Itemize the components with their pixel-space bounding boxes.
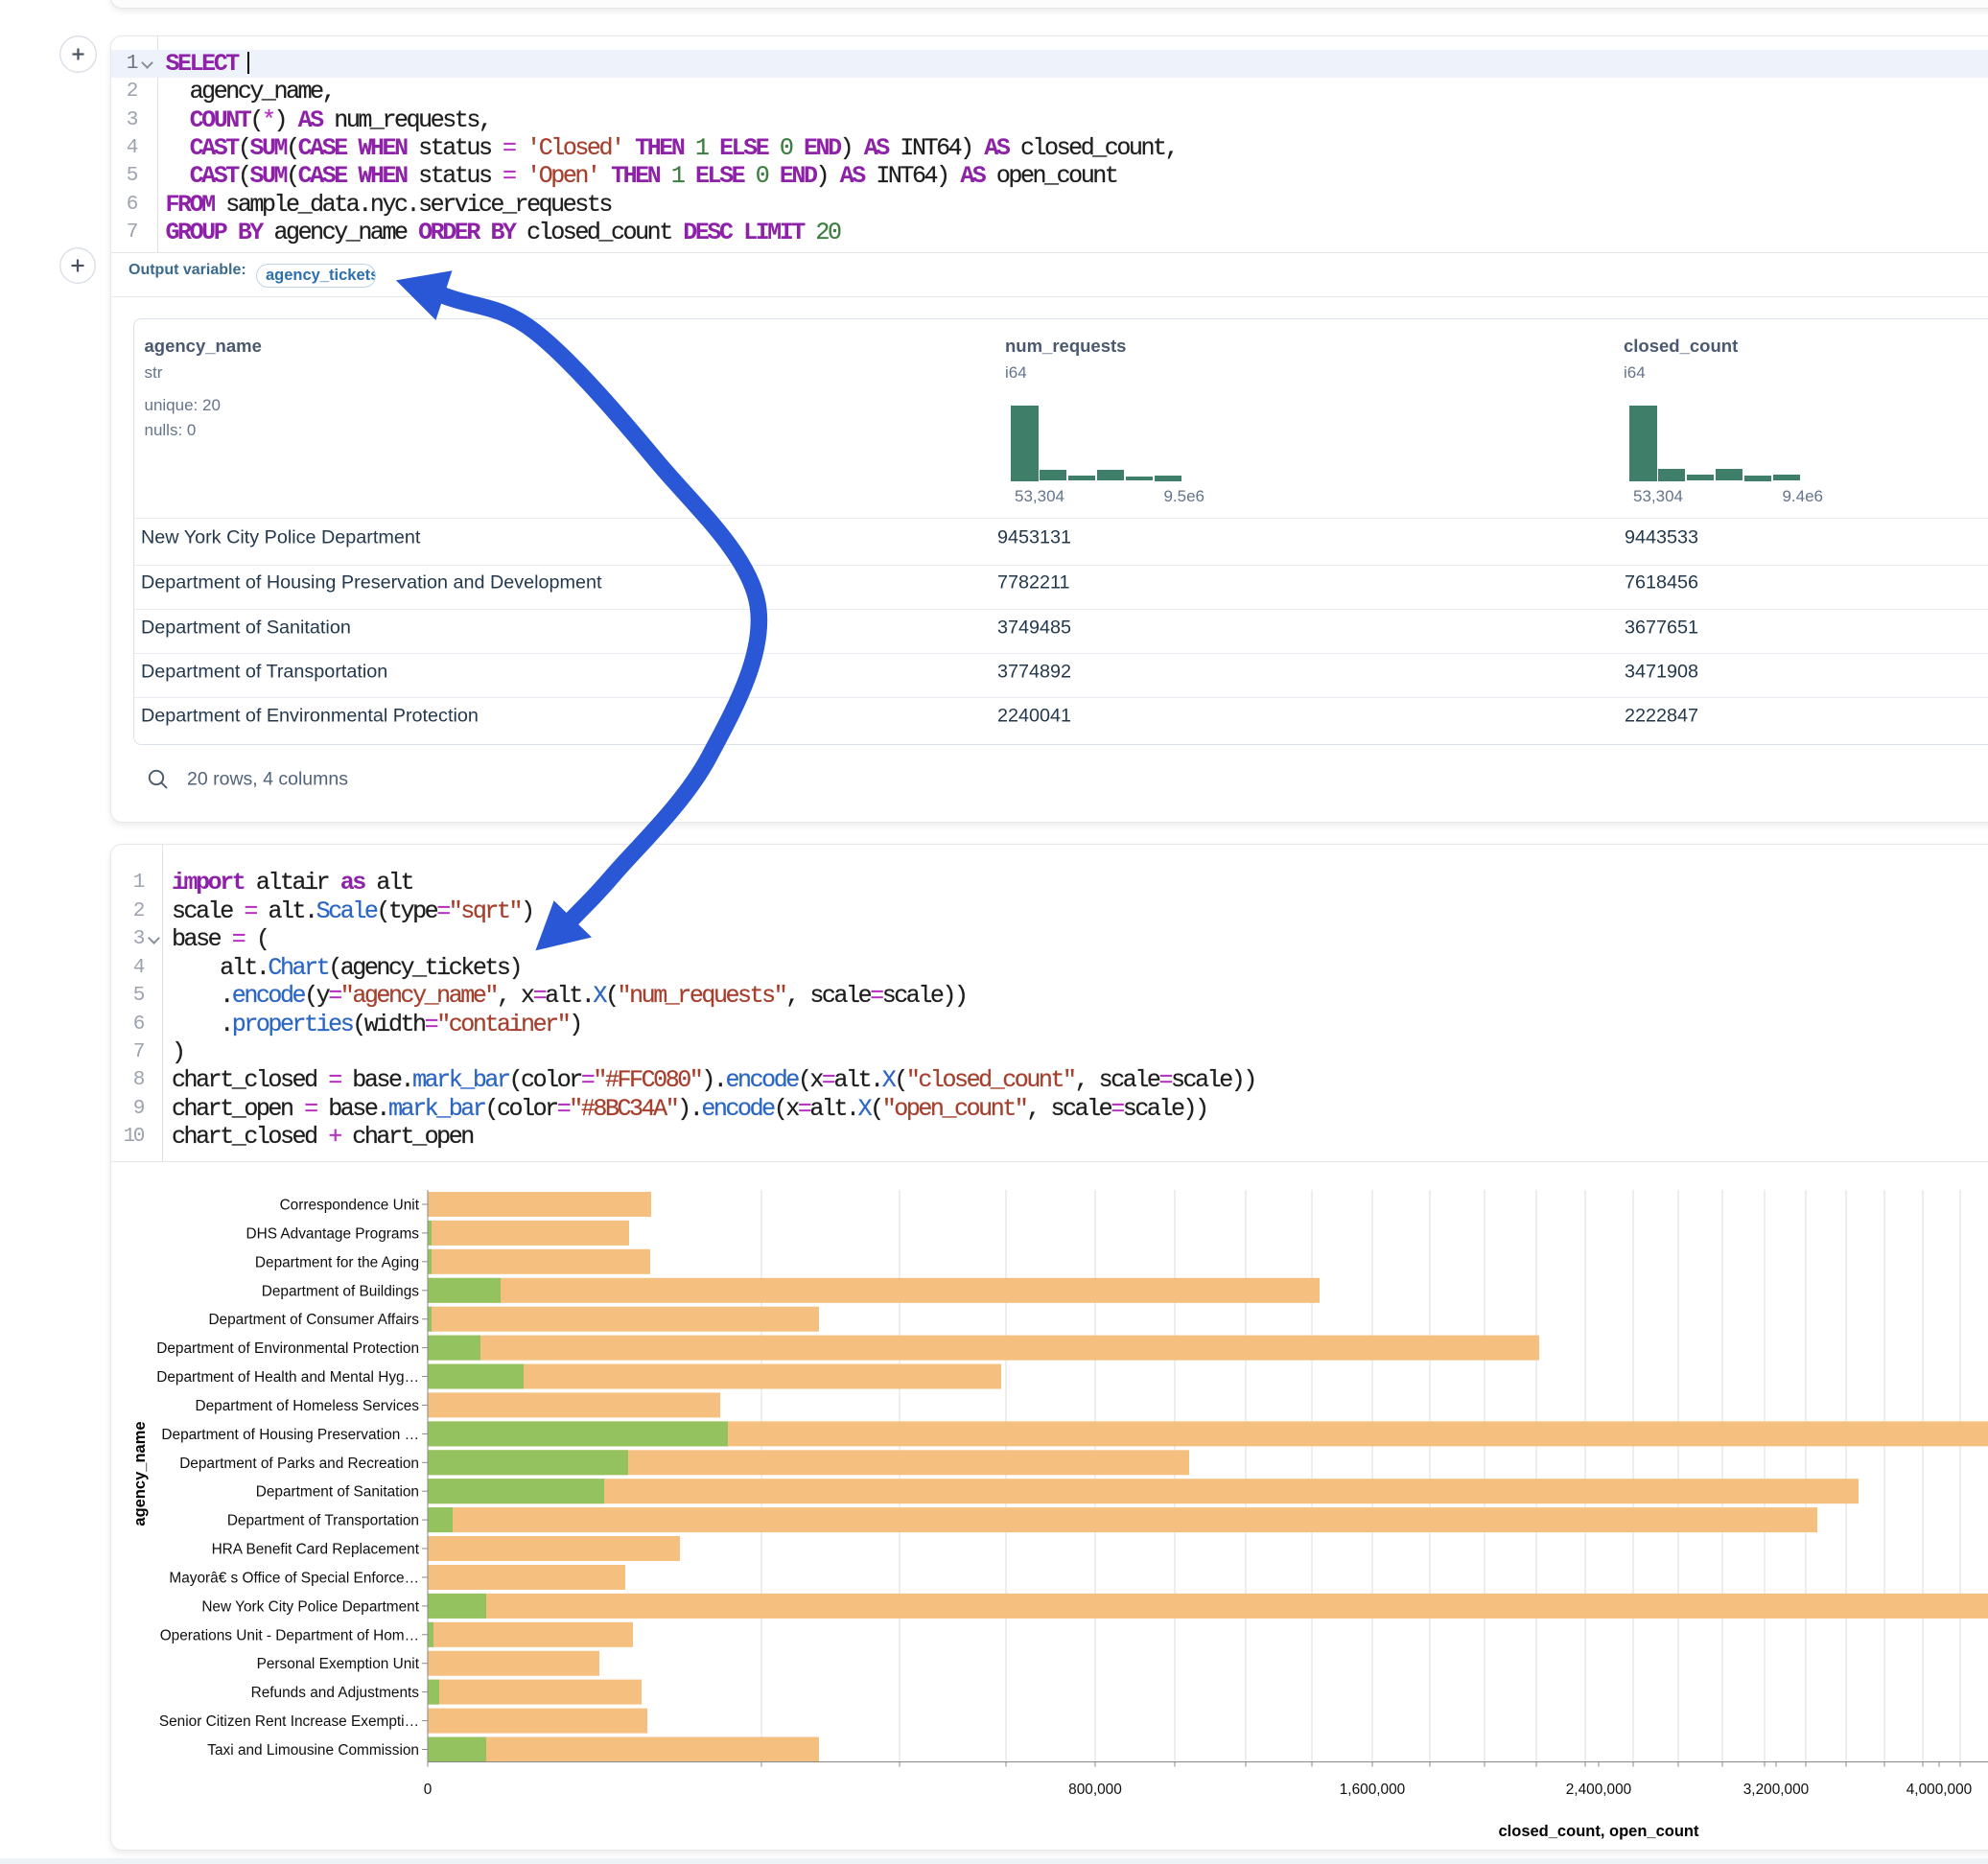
svg-text:agency_name: agency_name <box>131 1421 149 1526</box>
svg-text:Department of Consumer Affairs: Department of Consumer Affairs <box>208 1312 419 1328</box>
svg-text:Department of Environmental Pr: Department of Environmental Protection <box>156 1340 419 1357</box>
svg-text:1,600,000: 1,600,000 <box>1340 1782 1405 1798</box>
svg-text:Taxi and Limousine Commission: Taxi and Limousine Commission <box>207 1742 419 1759</box>
svg-text:Refunds and Adjustments: Refunds and Adjustments <box>251 1685 420 1701</box>
svg-text:Personal Exemption Unit: Personal Exemption Unit <box>257 1656 420 1672</box>
svg-text:800,000: 800,000 <box>1068 1782 1122 1798</box>
svg-text:0: 0 <box>424 1782 433 1798</box>
svg-text:Department for the Aging: Department for the Aging <box>255 1254 419 1270</box>
svg-text:Department of Health and Menta: Department of Health and Mental Hyg… <box>156 1369 419 1386</box>
svg-text:Department of Housing Preserva: Department of Housing Preservation … <box>161 1427 419 1443</box>
svg-text:DHS Advantage Programs: DHS Advantage Programs <box>246 1225 419 1242</box>
svg-text:New York City Police Departmen: New York City Police Department <box>201 1598 419 1615</box>
svg-text:Correspondence Unit: Correspondence Unit <box>280 1198 420 1214</box>
svg-text:4,000,000: 4,000,000 <box>1906 1782 1972 1798</box>
svg-text:3,200,000: 3,200,000 <box>1743 1782 1809 1798</box>
svg-text:Mayorâ€ s Office of Special En: Mayorâ€ s Office of Special Enforce… <box>169 1571 419 1587</box>
svg-text:HRA Benefit Card Replacement: HRA Benefit Card Replacement <box>212 1542 420 1558</box>
svg-text:Operations Unit - Department o: Operations Unit - Department of Hom… <box>160 1627 419 1643</box>
svg-text:Department of Transportation: Department of Transportation <box>227 1513 419 1529</box>
svg-text:Senior Citizen Rent Increase E: Senior Citizen Rent Increase Exempti… <box>159 1713 419 1730</box>
svg-text:2,400,000: 2,400,000 <box>1566 1782 1631 1798</box>
svg-text:Department of Buildings: Department of Buildings <box>262 1283 420 1299</box>
svg-text:Department of Parks and Recrea: Department of Parks and Recreation <box>179 1456 419 1472</box>
svg-text:Department of Sanitation: Department of Sanitation <box>256 1484 419 1501</box>
svg-text:Department of Homeless Service: Department of Homeless Services <box>195 1398 419 1414</box>
svg-text:closed_count, open_count: closed_count, open_count <box>1498 1823 1699 1840</box>
